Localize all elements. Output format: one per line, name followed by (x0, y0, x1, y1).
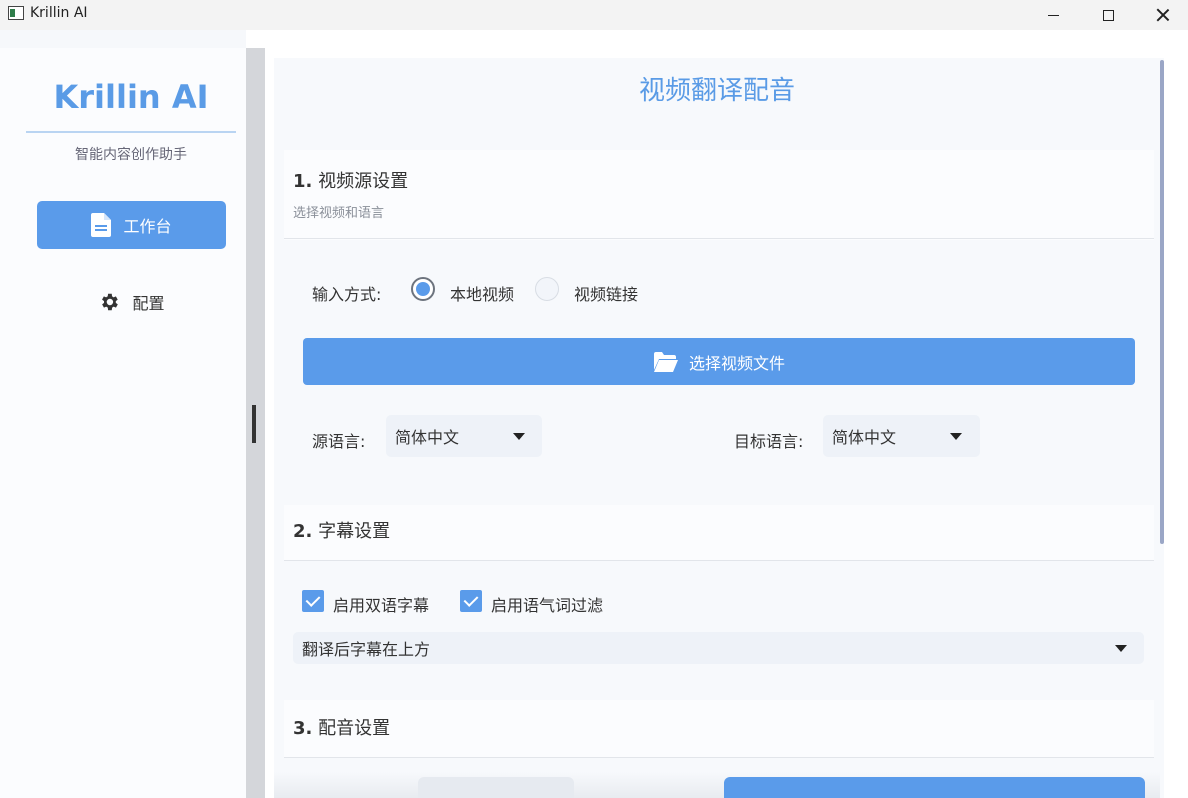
chevron-down-icon (950, 433, 962, 440)
section-subtitle-header (284, 505, 1154, 561)
section-title-text: 配音设置 (318, 718, 391, 739)
section-title-text: 字幕设置 (318, 521, 391, 542)
scrollbar[interactable] (1160, 60, 1164, 544)
minimize-icon (1047, 14, 1059, 16)
chevron-down-icon (1115, 645, 1127, 652)
subtitle-position-value: 翻译后字幕在上方 (302, 640, 431, 659)
dubbing-action-button[interactable] (724, 777, 1145, 798)
section-divider (284, 238, 1154, 239)
bilingual-subtitle-checkbox[interactable] (302, 590, 324, 612)
app-icon (8, 6, 24, 20)
sidebar-panel: Krillin AI 智能内容创作助手 工作台 配置 (0, 48, 246, 798)
section-video-source-header (284, 150, 1154, 240)
maximize-icon (1102, 9, 1114, 21)
section-video-source-title: 1. 视频源设置 (293, 167, 408, 193)
window-title: Krillin AI (30, 5, 88, 21)
brand-logo: Krillin AI (53, 78, 209, 116)
section-dubbing-header (284, 700, 1154, 758)
section-divider (284, 757, 1154, 758)
video-link-radio[interactable] (535, 277, 559, 301)
filler-word-filter-label[interactable]: 启用语气词过滤 (491, 592, 603, 616)
section-divider (284, 560, 1154, 561)
select-video-file-label: 选择视频文件 (688, 353, 785, 373)
chevron-down-icon (513, 433, 525, 440)
sidebar-item-label: 工作台 (123, 217, 172, 236)
maximize-button[interactable] (1085, 0, 1131, 30)
page-title: 视频翻译配音 (638, 76, 795, 106)
select-video-file-button[interactable]: 选择视频文件 (303, 338, 1135, 385)
target-language-select[interactable]: 简体中文 (823, 415, 980, 457)
subtitle-position-select[interactable]: 翻译后字幕在上方 (293, 632, 1144, 664)
source-language-label: 源语言: (312, 432, 366, 451)
folder-open-icon (653, 351, 678, 372)
section-title-text: 视频源设置 (318, 171, 409, 192)
filler-word-filter-checkbox[interactable] (460, 590, 482, 612)
section-subtitle-title: 2. 字幕设置 (293, 517, 390, 543)
sidebar: Krillin AI 智能内容创作助手 工作台 配置 (0, 30, 246, 798)
sidebar-item-config[interactable]: 配置 (37, 278, 226, 326)
bilingual-subtitle-label[interactable]: 启用双语字幕 (333, 592, 429, 616)
sidebar-item-workbench[interactable]: 工作台 (37, 201, 226, 249)
video-link-label[interactable]: 视频链接 (574, 281, 638, 305)
target-language-value: 简体中文 (832, 428, 897, 447)
source-language-value: 简体中文 (395, 428, 460, 447)
local-video-radio[interactable] (411, 277, 435, 301)
input-method-label: 输入方式: (312, 285, 382, 304)
section-number: 1. (293, 171, 313, 192)
dubbing-option-control[interactable] (418, 777, 574, 798)
close-icon (1156, 8, 1170, 22)
section-number: 2. (293, 521, 313, 542)
gear-icon (102, 293, 119, 311)
source-language-select[interactable]: 简体中文 (386, 415, 542, 457)
section-number: 3. (293, 718, 313, 739)
section-dubbing-title: 3. 配音设置 (293, 714, 390, 740)
close-button[interactable] (1140, 0, 1186, 30)
brand-subtitle: 智能内容创作助手 (75, 147, 187, 163)
splitter-handle[interactable] (252, 405, 256, 443)
target-language-label: 目标语言: (734, 432, 804, 451)
section-video-source-subtitle: 选择视频和语言 (293, 206, 385, 221)
title-bar: Krillin AI (0, 0, 1188, 30)
local-video-label[interactable]: 本地视频 (450, 281, 514, 305)
brand-divider (26, 131, 236, 133)
minimize-button[interactable] (1030, 0, 1076, 30)
sidebar-item-label: 配置 (132, 294, 165, 313)
document-icon (91, 213, 112, 237)
